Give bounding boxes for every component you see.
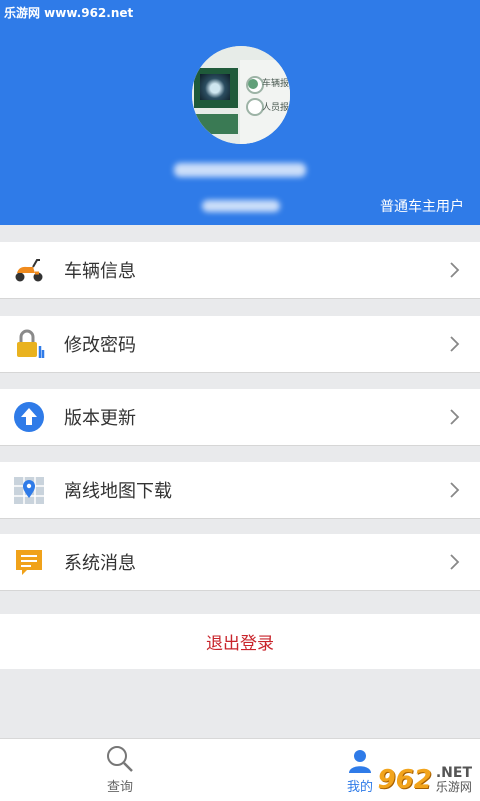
logout-button[interactable]: 退出登录 xyxy=(0,614,480,669)
avatar-text-2: 人员报警 xyxy=(262,103,290,113)
menu-item-version-update[interactable]: 版本更新 xyxy=(0,389,480,446)
search-icon xyxy=(107,746,133,772)
tab-label: 我的 xyxy=(346,780,373,795)
scooter-icon xyxy=(12,253,46,287)
message-icon xyxy=(12,545,46,579)
menu-item-label: 离线地图下载 xyxy=(64,481,172,502)
bottom-tab-bar: 查询 我的 962 .NET 乐游网 xyxy=(0,738,480,801)
user-type-label: 普通车主用户 xyxy=(380,199,464,215)
watermark-bottom-right: 962 .NET 乐游网 xyxy=(378,765,472,795)
lock-icon xyxy=(12,327,46,361)
phone-blurred xyxy=(202,200,280,212)
tab-query[interactable]: 查询 xyxy=(60,739,180,801)
watermark-name: 乐游网 xyxy=(435,780,472,794)
menu-item-change-password[interactable]: 修改密码 xyxy=(0,316,480,373)
menu-item-offline-map[interactable]: 离线地图下载 xyxy=(0,462,480,519)
menu-item-label: 系统消息 xyxy=(64,553,136,574)
chevron-right-icon xyxy=(440,329,470,359)
menu-item-label: 版本更新 xyxy=(64,408,136,429)
watermark-brand: 962 xyxy=(377,765,432,795)
watermark-top-left: 乐游网 www.962.net xyxy=(4,6,134,20)
watermark-tld: .NET xyxy=(435,765,472,781)
chevron-right-icon xyxy=(440,475,470,505)
menu-item-label: 车辆信息 xyxy=(64,261,136,282)
user-icon xyxy=(349,750,371,773)
menu-item-label: 修改密码 xyxy=(64,335,136,356)
chevron-right-icon xyxy=(440,547,470,577)
menu-item-system-messages[interactable]: 系统消息 xyxy=(0,534,480,591)
logout-label: 退出登录 xyxy=(206,634,274,654)
menu-item-vehicle-info[interactable]: 车辆信息 xyxy=(0,242,480,299)
tab-label: 查询 xyxy=(106,780,133,795)
map-pin-icon xyxy=(12,473,46,507)
avatar-text-1: 车辆报警 xyxy=(262,79,290,89)
profile-header: 乐游网 www.962.net 车辆报警 人员报警 普通车主用户 xyxy=(0,0,480,225)
chevron-right-icon xyxy=(440,255,470,285)
avatar[interactable]: 车辆报警 人员报警 xyxy=(192,46,290,144)
chevron-right-icon xyxy=(440,402,470,432)
upload-arrow-icon xyxy=(12,400,46,434)
username-blurred xyxy=(174,163,306,177)
